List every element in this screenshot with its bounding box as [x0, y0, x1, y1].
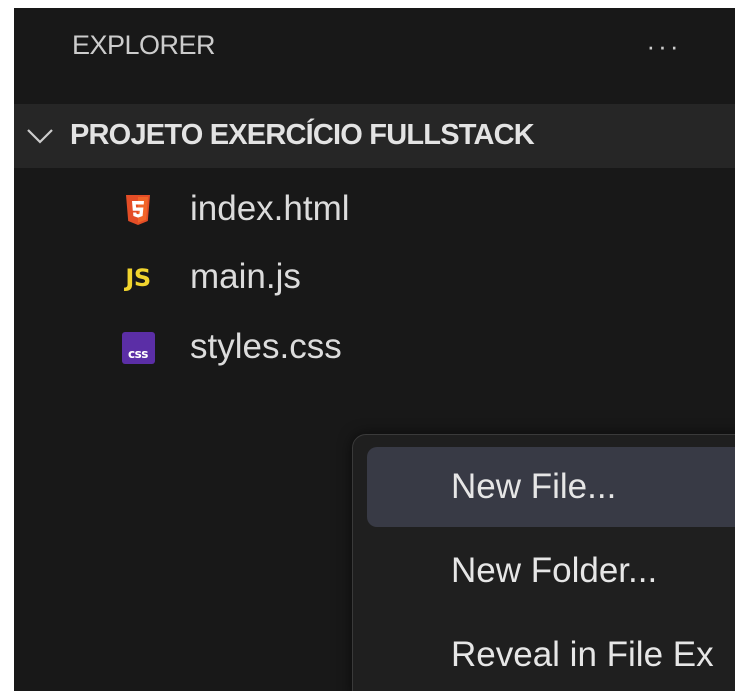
file-item-main-js[interactable]: JS main.js: [14, 244, 735, 310]
css-icon: css: [118, 328, 158, 368]
more-actions-button[interactable]: ···: [634, 28, 694, 64]
css-icon-text: css: [121, 332, 155, 364]
menu-item-label: New File...: [451, 467, 617, 506]
context-menu: New File... New Folder... Reveal in File…: [352, 434, 735, 691]
file-item-label: index.html: [190, 189, 350, 228]
js-icon: JS: [118, 258, 158, 298]
project-folder-label: PROJETO EXERCÍCIO FULLSTACK: [70, 119, 535, 151]
file-item-label: main.js: [190, 257, 301, 296]
menu-item-new-file[interactable]: New File...: [367, 447, 735, 527]
menu-item-label: Reveal in File Ex: [451, 635, 714, 674]
file-item-styles-css[interactable]: css styles.css: [14, 314, 735, 380]
project-folder-row[interactable]: PROJETO EXERCÍCIO FULLSTACK: [14, 104, 735, 168]
menu-item-reveal-in-file-explorer[interactable]: Reveal in File Ex: [367, 615, 735, 691]
explorer-header: EXPLORER ···: [14, 8, 735, 88]
explorer-title: EXPLORER: [72, 30, 216, 60]
html5-icon: [118, 190, 158, 230]
file-item-label: styles.css: [190, 327, 342, 366]
explorer-panel: EXPLORER ··· PROJETO EXERCÍCIO FULLSTACK…: [14, 8, 735, 691]
chevron-down-icon: [27, 129, 53, 144]
menu-item-label: New Folder...: [451, 551, 658, 590]
menu-item-new-folder[interactable]: New Folder...: [367, 531, 735, 611]
js-icon-text: JS: [125, 264, 151, 292]
file-item-index-html[interactable]: index.html: [14, 176, 735, 242]
